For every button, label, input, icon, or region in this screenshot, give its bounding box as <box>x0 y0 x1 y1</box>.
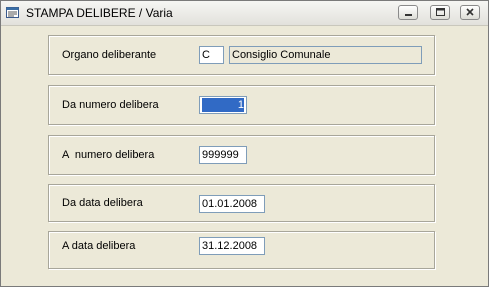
report-window: STAMPA DELIBERE / Varia Organo deliberan… <box>0 0 489 287</box>
a-numero-label: A numero delibera <box>62 149 155 161</box>
close-icon <box>466 8 474 16</box>
window-title: STAMPA DELIBERE / Varia <box>26 6 173 20</box>
da-numero-value: 1 <box>202 98 244 112</box>
da-data-label: Da data delibera <box>62 197 143 209</box>
close-button[interactable] <box>460 5 480 20</box>
a-numero-group: A numero delibera 999999 <box>48 135 435 175</box>
a-numero-input[interactable]: 999999 <box>199 146 247 164</box>
a-data-label: A data delibera <box>62 240 136 252</box>
organo-group: Organo deliberante C Consiglio Comunale <box>48 35 435 75</box>
da-numero-label: Da numero delibera <box>62 99 159 111</box>
window-form-icon[interactable] <box>6 7 19 18</box>
organo-label: Organo deliberante <box>62 49 157 61</box>
maximize-icon <box>436 8 445 16</box>
minimize-icon <box>405 14 412 16</box>
a-data-input[interactable]: 31.12.2008 <box>199 237 265 255</box>
title-bar[interactable]: STAMPA DELIBERE / Varia <box>1 1 488 26</box>
da-data-input[interactable]: 01.01.2008 <box>199 195 265 213</box>
minimize-button[interactable] <box>398 5 418 20</box>
da-numero-group: Da numero delibera 1 <box>48 85 435 125</box>
da-data-group: Da data delibera 01.01.2008 <box>48 184 435 222</box>
organo-code-input[interactable]: C <box>199 46 224 64</box>
maximize-button[interactable] <box>430 5 450 20</box>
organo-name-field: Consiglio Comunale <box>229 46 422 64</box>
a-data-group: A data delibera 31.12.2008 <box>48 231 435 269</box>
da-numero-input[interactable]: 1 <box>199 96 247 114</box>
